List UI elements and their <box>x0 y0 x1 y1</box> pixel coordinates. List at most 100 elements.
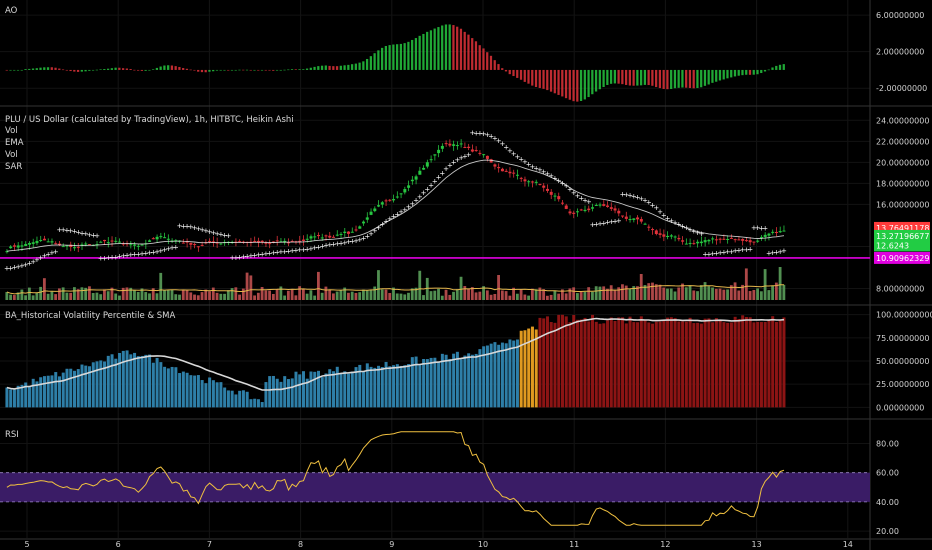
hvp-bar <box>549 322 553 408</box>
candle-body <box>166 238 170 240</box>
volume-bar <box>148 293 151 300</box>
volume-bar <box>328 289 332 300</box>
ao-bar <box>407 41 410 70</box>
hvp-bar <box>407 364 411 408</box>
hvp-bar <box>643 319 647 408</box>
candle-body <box>628 219 632 221</box>
y-tick-label: 18.00000000 <box>876 179 929 188</box>
candle-body <box>519 177 523 179</box>
candle-body <box>238 241 242 243</box>
ao-bar <box>350 64 354 70</box>
volume-bar <box>714 288 718 300</box>
volume-bar <box>388 292 392 300</box>
y-tick-label: 25.00000000 <box>876 380 929 389</box>
hvp-bar <box>696 322 700 408</box>
volume-bar <box>576 293 579 300</box>
ao-bar <box>223 69 226 71</box>
volume-bar <box>178 294 181 300</box>
hvp-bar <box>579 319 583 408</box>
candle-body <box>61 246 65 248</box>
candle-body <box>343 231 347 233</box>
volume-bar <box>474 292 478 300</box>
volume-bar <box>275 289 279 300</box>
ao-bar <box>61 69 65 71</box>
ao-bar <box>95 69 98 71</box>
ao-bar <box>564 69 568 99</box>
candle-body <box>136 245 140 247</box>
volume-bar <box>759 291 763 300</box>
sar-dot: + <box>466 151 472 159</box>
volume-bar <box>598 286 602 300</box>
legend-sar: SAR <box>5 162 22 172</box>
hvp-bar <box>362 371 366 408</box>
sar-dot: + <box>173 243 179 251</box>
ao-bar <box>542 69 545 89</box>
ao-bar <box>317 66 320 70</box>
hvp-bar <box>95 361 99 408</box>
volume-bar <box>350 291 354 300</box>
ao-bar <box>335 66 339 70</box>
volume-bar <box>433 290 437 300</box>
candle-body <box>782 230 786 232</box>
ao-bar <box>763 69 767 72</box>
volume-bar <box>50 291 54 300</box>
volume-bar <box>54 294 58 300</box>
ao-bar <box>666 69 669 90</box>
ao-bar <box>249 69 252 71</box>
volume-bar <box>771 285 775 300</box>
hvp-bar <box>452 353 456 408</box>
candle-body <box>771 231 775 233</box>
ao-bar <box>268 69 271 71</box>
candle-body <box>718 238 722 240</box>
ao-bar <box>46 67 50 70</box>
volume-bar <box>271 293 275 300</box>
ao-bar <box>433 28 436 70</box>
ao-bar <box>538 69 541 88</box>
ao-bar <box>369 56 372 70</box>
hvp-bar <box>504 343 508 408</box>
hvp-bar <box>230 390 234 408</box>
candle-body <box>193 244 197 246</box>
volume-bar <box>88 286 91 300</box>
volatility-title: BA_Historical Volatility Percentile & SM… <box>5 311 176 321</box>
volume-bar <box>196 295 200 300</box>
ao-bar <box>688 69 692 89</box>
hvp-bar <box>264 382 268 408</box>
volume-bar <box>103 289 106 300</box>
volume-bar <box>572 287 576 300</box>
hvp-bar <box>621 317 625 408</box>
volume-bar <box>647 283 651 300</box>
ao-bar <box>69 69 72 72</box>
hvp-bar <box>714 318 718 408</box>
candle-body <box>50 241 54 243</box>
volume-bar <box>767 290 771 300</box>
ao-bar <box>444 24 448 70</box>
candle-body <box>140 244 144 246</box>
volume-bar <box>624 285 628 300</box>
ao-bar <box>745 69 748 75</box>
ao-bar <box>711 69 714 83</box>
ao-bar <box>636 69 639 86</box>
candle-body <box>380 202 384 205</box>
ao-bar <box>561 69 564 97</box>
candle-body <box>726 238 730 240</box>
hvp-bar <box>332 371 336 408</box>
y-tick-label: -2.00000000 <box>876 84 927 93</box>
hvp-bar <box>729 322 733 408</box>
candle-body <box>253 240 257 242</box>
ao-bar <box>715 69 718 82</box>
candle-body <box>455 145 459 147</box>
ao-bar <box>647 69 650 86</box>
volume-bar <box>316 271 320 300</box>
ao-bar <box>219 69 222 71</box>
candle-body <box>579 209 583 211</box>
volume-bar <box>448 294 452 300</box>
hvp-bar <box>298 374 302 408</box>
ao-bar <box>354 63 357 70</box>
hvp-bar <box>606 320 610 408</box>
ao-bar <box>467 34 470 70</box>
candle-body <box>609 207 613 209</box>
y-tick-label: 50.00000000 <box>876 357 929 366</box>
candle-body <box>711 238 715 240</box>
ao-bar <box>204 69 207 73</box>
